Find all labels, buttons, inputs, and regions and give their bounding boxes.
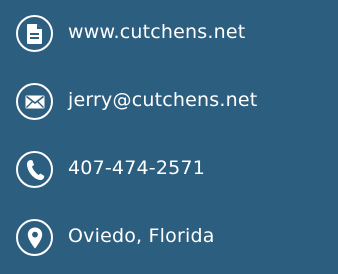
email-link[interactable]: jerry@cutchens.net [68,91,257,110]
envelope-icon [16,83,53,120]
phone-number[interactable]: 407-474-2571 [68,159,205,178]
contact-location[interactable]: Oviedo, Florida [16,217,332,258]
contact-email[interactable]: jerry@cutchens.net [16,81,332,122]
document-icon [16,15,53,52]
location-text: Oviedo, Florida [68,225,215,247]
contact-phone[interactable]: 407-474-2571 [16,149,332,190]
website-link[interactable]: www.cutchens.net [68,23,245,42]
phone-icon [16,151,53,188]
contact-website[interactable]: www.cutchens.net [16,13,332,54]
map-pin-icon [16,219,53,256]
contact-list: www.cutchens.net jerry@cutchens.net 407-… [16,13,332,258]
